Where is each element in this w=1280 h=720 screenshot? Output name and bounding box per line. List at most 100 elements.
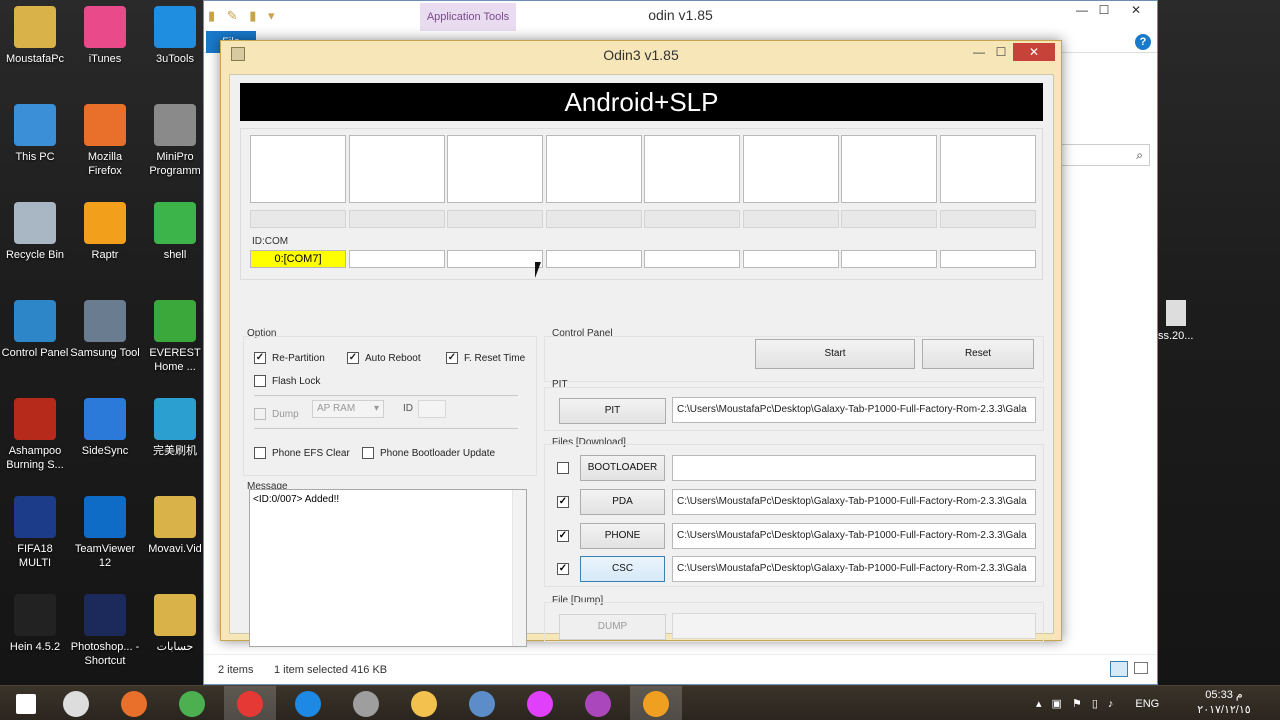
- desktop-icon[interactable]: Movavi.Vid: [140, 490, 210, 556]
- desktop-icon[interactable]: EVEREST Home ...: [140, 294, 210, 374]
- flash-lock-check: [254, 375, 266, 387]
- f-reset-time-checkbox[interactable]: ✓ F. Reset Time: [446, 352, 525, 364]
- desktop-icon[interactable]: Samsung Tool: [70, 294, 140, 360]
- explorer-close-button[interactable]: ✕: [1122, 3, 1150, 23]
- pda-button[interactable]: PDA: [580, 489, 665, 515]
- phone-button[interactable]: PHONE: [580, 523, 665, 549]
- id-input[interactable]: [418, 400, 446, 418]
- desktop-icon[interactable]: Mozilla Firefox: [70, 98, 140, 178]
- desktop-icon[interactable]: Hein 4.5.2: [0, 588, 70, 654]
- language-indicator[interactable]: ENG: [1135, 698, 1159, 710]
- desktop-icon[interactable]: This PC: [0, 98, 70, 164]
- details-view-icon[interactable]: [1110, 661, 1128, 677]
- desktop-icon-label: حسابات: [156, 641, 194, 653]
- dump-checkbox[interactable]: Dump: [254, 408, 299, 420]
- desktop-icon[interactable]: iTunes: [70, 0, 140, 66]
- pda-path-field[interactable]: C:\Users\MoustafaPc\Desktop\Galaxy-Tab-P…: [672, 489, 1036, 515]
- desktop-icon[interactable]: MiniPro Programm: [140, 98, 210, 178]
- explorer-search-box[interactable]: ⌕: [1060, 144, 1150, 166]
- flash-lock-checkbox[interactable]: Flash Lock: [254, 375, 320, 387]
- message-log[interactable]: <ID:0/007> Added!!: [249, 489, 527, 647]
- slot-progress-bar: [545, 210, 642, 228]
- flash-lock-label: Flash Lock: [272, 375, 321, 387]
- dump-button[interactable]: DUMP: [559, 614, 666, 640]
- device-slot: [348, 135, 445, 203]
- desktop-file-partial[interactable]: ss.20...: [1158, 300, 1203, 360]
- large-icons-view-icon[interactable]: [1134, 662, 1148, 674]
- auto-reboot-checkbox[interactable]: ✓ Auto Reboot: [347, 352, 421, 364]
- desktop-icon[interactable]: Ashampoo Burning S...: [0, 392, 70, 472]
- desktop-icon[interactable]: MoustafaPc: [0, 0, 70, 66]
- com-port-field: [742, 250, 839, 268]
- help-icon[interactable]: ?: [1135, 34, 1151, 50]
- desktop-icon[interactable]: Control Panel: [0, 294, 70, 360]
- mouse-cursor: [535, 262, 541, 278]
- volume-icon[interactable]: ♪: [1108, 698, 1114, 710]
- hein-icon: [14, 594, 56, 636]
- photoshop-icon: [84, 594, 126, 636]
- start-button[interactable]: Start: [755, 339, 915, 369]
- odin-close-button[interactable]: ✕: [1013, 43, 1055, 61]
- taskbar-calculator-icon[interactable]: [340, 686, 392, 720]
- desktop-icon[interactable]: 完美刷机: [140, 392, 210, 458]
- flag-icon[interactable]: ⚑: [1072, 697, 1082, 710]
- device-slot: [841, 135, 937, 203]
- chevron-up-icon[interactable]: ▴: [1036, 697, 1042, 710]
- taskbar-lightning-app-icon[interactable]: [50, 686, 102, 720]
- phone-bootloader-update-check: [362, 447, 374, 459]
- taskbar-yandex-icon[interactable]: [224, 686, 276, 720]
- csc-checkbox[interactable]: ✓: [557, 563, 569, 575]
- shell-icon: [154, 202, 196, 244]
- bootloader-path-field[interactable]: [672, 455, 1036, 481]
- taskbar-file-explorer-icon[interactable]: [398, 686, 450, 720]
- desktop-icon[interactable]: Recycle Bin: [0, 196, 70, 262]
- clock[interactable]: 05:33 م ٢٠١٧/١٢/١٥: [1194, 688, 1254, 718]
- option-separator: [254, 395, 518, 396]
- phone-path-field[interactable]: C:\Users\MoustafaPc\Desktop\Galaxy-Tab-P…: [672, 523, 1036, 549]
- slot-progress-bar: [250, 210, 346, 228]
- phone-bootloader-update-checkbox[interactable]: Phone Bootloader Update: [362, 447, 495, 459]
- network-icon[interactable]: ▣: [1052, 697, 1062, 710]
- taskbar-picasa-icon[interactable]: [514, 686, 566, 720]
- reset-button[interactable]: Reset: [922, 339, 1034, 369]
- battery-icon[interactable]: ▯: [1092, 697, 1098, 710]
- taskbar-firefox-icon[interactable]: [108, 686, 160, 720]
- taskbar-media-icon[interactable]: [572, 686, 624, 720]
- desktop-icon[interactable]: Photoshop... - Shortcut: [70, 588, 140, 668]
- ap-ram-select[interactable]: AP RAM ▾: [312, 400, 384, 418]
- csc-path-field[interactable]: C:\Users\MoustafaPc\Desktop\Galaxy-Tab-P…: [672, 556, 1036, 582]
- bootloader-button[interactable]: BOOTLOADER: [580, 455, 665, 481]
- taskbar-photos-icon[interactable]: [456, 686, 508, 720]
- re-partition-checkbox[interactable]: ✓ Re-Partition: [254, 352, 325, 364]
- dump-path-field[interactable]: [672, 613, 1036, 639]
- desktop-icon-label: Control Panel: [1, 347, 69, 359]
- phone-efs-clear-checkbox[interactable]: Phone EFS Clear: [254, 447, 350, 459]
- pit-path-field[interactable]: C:\Users\MoustafaPc\Desktop\Galaxy-Tab-P…: [672, 397, 1036, 423]
- desktop-icon-label: Raptr: [91, 249, 119, 261]
- media-icon: [585, 690, 611, 717]
- pit-button[interactable]: PIT: [559, 398, 666, 424]
- taskbar-chrome-icon[interactable]: [166, 686, 218, 720]
- taskbar-start-button[interactable]: [0, 686, 52, 720]
- csc-button[interactable]: CSC: [580, 556, 665, 582]
- desktop-icon[interactable]: TeamViewer 12: [70, 490, 140, 570]
- control-panel-icon: [14, 300, 56, 342]
- desktop-icon[interactable]: SideSync: [70, 392, 140, 458]
- bootloader-checkbox[interactable]: [557, 462, 569, 474]
- explorer-maximize-button[interactable]: ☐: [1090, 3, 1118, 23]
- taskbar-odin-icon[interactable]: [630, 686, 682, 720]
- desktop-icon[interactable]: Raptr: [70, 196, 140, 262]
- desktop-icon[interactable]: 3uTools: [140, 0, 210, 66]
- explorer-statusbar: 2 items 1 item selected 416 KB: [204, 654, 1157, 684]
- desktop-icon[interactable]: FIFA18 MULTI: [0, 490, 70, 570]
- odin-maximize-button[interactable]: ☐: [987, 43, 1015, 61]
- message-scrollbar[interactable]: [512, 490, 526, 646]
- pda-checkbox[interactable]: ✓: [557, 496, 569, 508]
- device-slot: [742, 135, 839, 203]
- desktop-icon[interactable]: حسابات: [140, 588, 210, 654]
- computer-icon: [14, 104, 56, 146]
- slot-progress-bar: [841, 210, 937, 228]
- taskbar-phone-app-icon[interactable]: [282, 686, 334, 720]
- phone-checkbox[interactable]: ✓: [557, 530, 569, 542]
- desktop-icon[interactable]: shell: [140, 196, 210, 262]
